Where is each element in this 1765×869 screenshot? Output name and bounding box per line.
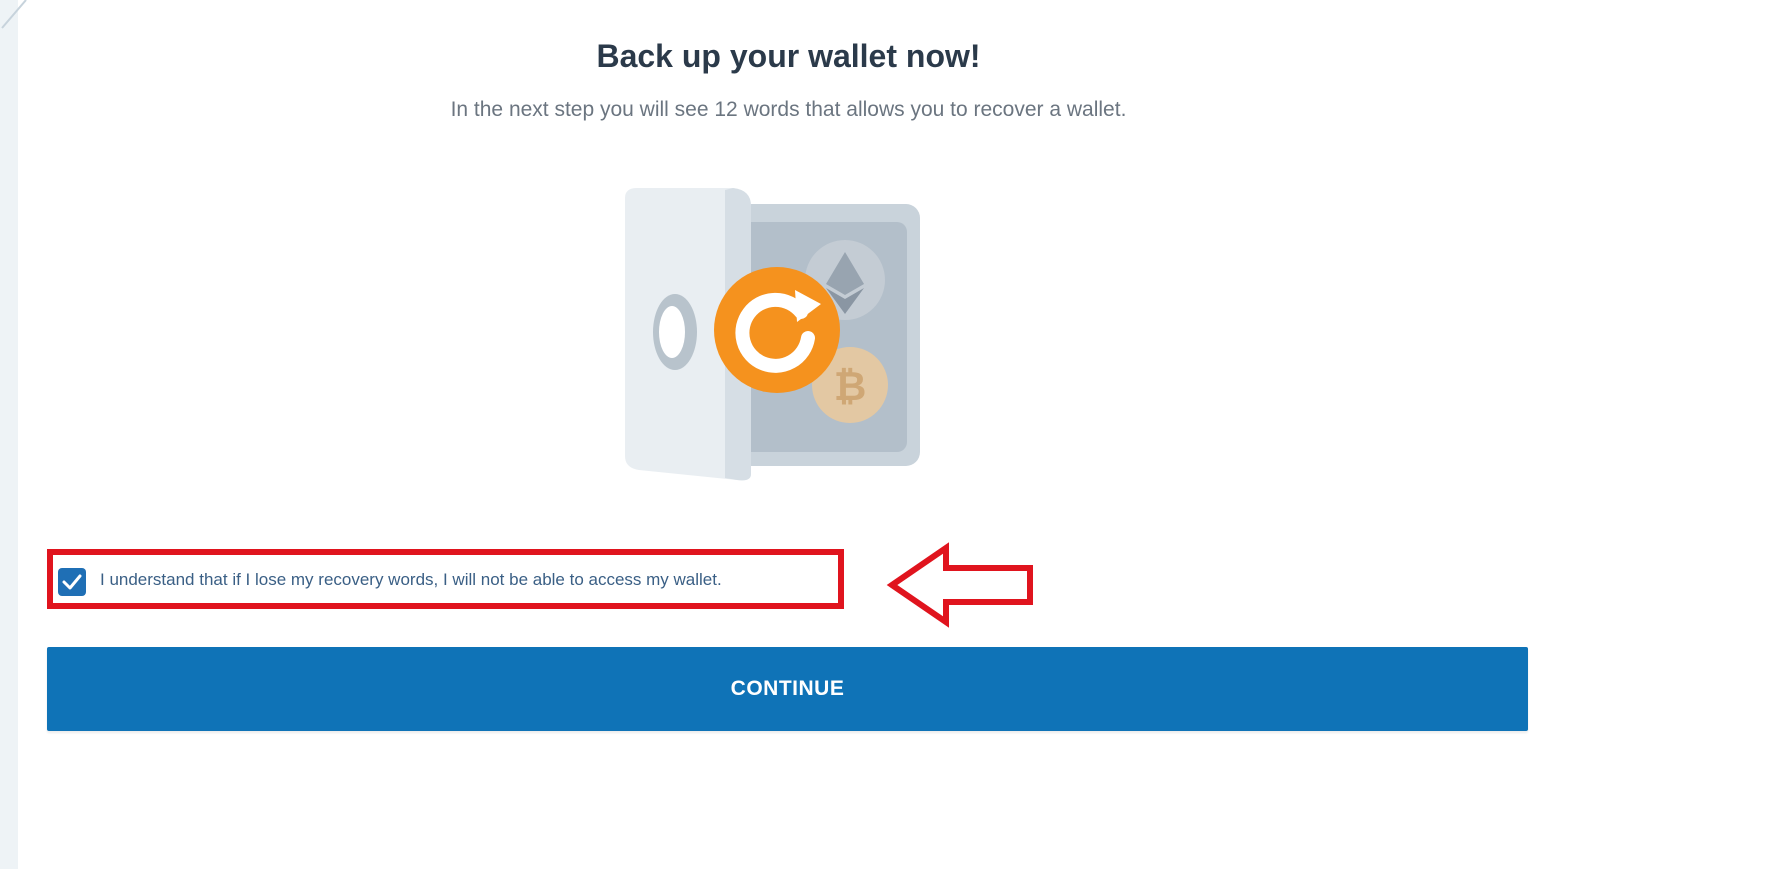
svg-text:₿: ₿ bbox=[834, 364, 867, 410]
checkmark-icon bbox=[62, 574, 82, 590]
continue-button[interactable]: CONTINUE bbox=[47, 647, 1528, 731]
page-title: Back up your wallet now! bbox=[596, 38, 981, 74]
arrow-left-icon bbox=[886, 542, 1033, 628]
consent-checkbox[interactable] bbox=[58, 568, 86, 596]
page-subtitle: In the next step you will see 12 words t… bbox=[450, 98, 1127, 121]
safe-illustration: ₿ bbox=[625, 188, 920, 481]
refresh-icon bbox=[714, 267, 840, 393]
consent-label[interactable]: I understand that if I lose my recovery … bbox=[100, 570, 722, 590]
left-edge-strip bbox=[0, 0, 18, 869]
